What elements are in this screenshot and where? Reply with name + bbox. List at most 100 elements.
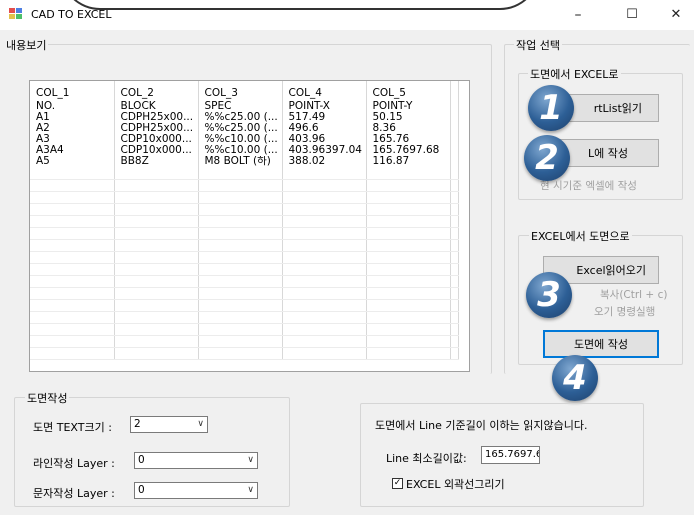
grid-header-cell: COL_3: [198, 81, 283, 101]
grid-header-cell: COL_4: [282, 81, 367, 101]
to-drawing-group-label: EXCEL에서 도면으로: [529, 228, 632, 244]
table-row[interactable]: A3 CDP10x000... %%c10.00 (... 403.96 165…: [30, 134, 459, 145]
grid-cell[interactable]: 165.76: [366, 134, 451, 145]
grid-cell[interactable]: A3A4: [30, 145, 115, 156]
grid-filler-cell: [450, 134, 459, 145]
table-row-empty: [30, 239, 459, 252]
grid-cell[interactable]: BLOCK: [114, 101, 199, 112]
grid-cell[interactable]: 388.02: [282, 156, 367, 167]
table-row-empty: [30, 335, 459, 348]
grid-cell[interactable]: M8 BOLT (하): [198, 156, 283, 167]
grid-cell[interactable]: 50.15: [366, 112, 451, 123]
grid-cell[interactable]: CDPH25x00...: [114, 123, 199, 134]
to-excel-group-label: 도면에서 EXCEL로: [528, 66, 621, 82]
text-layer-value: 0: [138, 484, 145, 496]
command-hint: 오기 명령실행: [594, 306, 656, 318]
grid-cell[interactable]: 496.6: [282, 123, 367, 134]
grid-cell[interactable]: A3: [30, 134, 115, 145]
table-row[interactable]: A2 CDPH25x00... %%c25.00 (... 496.6 8.36: [30, 123, 459, 134]
write-excel-label: L에 작성: [588, 147, 628, 160]
table-row-empty: [30, 311, 459, 324]
grid-cell[interactable]: 116.87: [366, 156, 451, 167]
grid-filler-cell: [450, 123, 459, 134]
window-title: CAD TO EXCEL: [31, 8, 112, 21]
table-row[interactable]: A3A4 CDP10x000... %%c10.00 (... 403.9639…: [30, 145, 459, 156]
min-length-label: Line 최소길이값:: [386, 452, 467, 465]
outline-checkbox-label: EXCEL 외곽선그리기: [406, 478, 505, 491]
table-row[interactable]: NO. BLOCK SPEC POINT-X POINT-Y: [30, 101, 459, 112]
app-icon: [9, 8, 23, 20]
table-row-empty: [30, 203, 459, 216]
view-group-label: 내용보기: [4, 37, 49, 53]
grid-cell[interactable]: CDPH25x00...: [114, 112, 199, 123]
table-row-empty: [30, 179, 459, 192]
minimize-button[interactable]: –: [555, 0, 601, 30]
text-size-value: 2: [134, 418, 141, 430]
table-row-empty: [30, 251, 459, 264]
close-button[interactable]: ✕: [653, 0, 694, 30]
table-row-empty: [30, 299, 459, 312]
table-row-empty: [30, 323, 459, 336]
text-layer-label: 문자작성 Layer :: [33, 487, 115, 500]
title-bar: CAD TO EXCEL – ☐ ✕: [0, 0, 694, 30]
text-size-select[interactable]: 2 ∨: [130, 416, 208, 433]
grid-cell[interactable]: SPEC: [198, 101, 283, 112]
grid-cell[interactable]: 517.49: [282, 112, 367, 123]
table-row-empty: [30, 227, 459, 240]
grid-cell[interactable]: A1: [30, 112, 115, 123]
grid-header-cell: COL_1: [30, 81, 115, 101]
outline-checkbox[interactable]: ✓: [392, 478, 403, 489]
grid-filler-cell: [450, 81, 459, 101]
maximize-button[interactable]: ☐: [609, 0, 655, 30]
grid-cell[interactable]: 403.96397.04: [282, 145, 367, 156]
write-drawing-label: 도면에 작성: [573, 338, 629, 351]
min-length-input[interactable]: 165.7697.68: [481, 446, 540, 464]
grid-filler-cell: [450, 145, 459, 156]
table-row-empty: [30, 191, 459, 204]
annotation-outline: [60, 0, 540, 10]
line-layer-label: 라인작성 Layer :: [33, 457, 115, 470]
table-row[interactable]: A1 CDPH25x00... %%c25.00 (... 517.49 50.…: [30, 112, 459, 123]
chevron-down-icon: ∨: [197, 419, 204, 429]
grid-cell[interactable]: CDP10x000...: [114, 145, 199, 156]
table-row-empty: [30, 263, 459, 276]
grid-cell[interactable]: CDP10x000...: [114, 134, 199, 145]
read-part-list-label: rtList읽기: [593, 102, 642, 115]
draw-settings-group-label: 도면작성: [25, 390, 70, 406]
text-size-label: 도면 TEXT크기 :: [33, 421, 112, 434]
grid-cell[interactable]: NO.: [30, 101, 115, 112]
grid-cell[interactable]: %%c10.00 (...: [198, 134, 283, 145]
grid-cell[interactable]: %%c10.00 (...: [198, 145, 283, 156]
to-excel-hint: 현 시기준 엑셀에 작성: [540, 180, 637, 192]
grid-cell[interactable]: %%c25.00 (...: [198, 123, 283, 134]
data-grid[interactable]: COL_1 COL_2 COL_3 COL_4 COL_5 NO. BLOCK …: [29, 80, 470, 372]
grid-cell[interactable]: A2: [30, 123, 115, 134]
grid-cell[interactable]: 165.7697.68: [366, 145, 451, 156]
grid-cell[interactable]: 403.96: [282, 134, 367, 145]
table-row-empty: [30, 275, 459, 288]
step-badge-2: 2: [524, 135, 570, 181]
text-layer-select[interactable]: 0 ∨: [134, 482, 258, 499]
read-excel-label: Excel읽어오기: [576, 264, 646, 277]
line-layer-select[interactable]: 0 ∨: [134, 452, 258, 469]
write-drawing-button[interactable]: 도면에 작성: [543, 330, 659, 358]
grid-cell[interactable]: 8.36: [366, 123, 451, 134]
chevron-down-icon: ∨: [247, 485, 254, 495]
grid-cell[interactable]: POINT-Y: [366, 101, 451, 112]
step-badge-4: 4: [552, 355, 598, 401]
task-group-label: 작업 선택: [514, 37, 562, 53]
grid-cell[interactable]: BB8Z: [114, 156, 199, 167]
table-row-empty: [30, 287, 459, 300]
grid-cell[interactable]: A5: [30, 156, 115, 167]
step-badge-3: 3: [526, 272, 572, 318]
grid-cell[interactable]: POINT-X: [282, 101, 367, 112]
copy-hint: 복사(Ctrl + c): [600, 289, 668, 301]
grid-cell[interactable]: %%c25.00 (...: [198, 112, 283, 123]
chevron-down-icon: ∨: [247, 455, 254, 465]
app-window: CAD TO EXCEL – ☐ ✕ 내용보기 COL_1 COL_2 COL_…: [0, 0, 694, 515]
grid-filler-cell: [450, 156, 459, 167]
table-row[interactable]: A5 BB8Z M8 BOLT (하) 388.02 116.87: [30, 156, 459, 167]
grid-filler-cell: [450, 101, 459, 112]
grid-header-cell: COL_5: [366, 81, 451, 101]
grid-header-cell: COL_2: [114, 81, 199, 101]
